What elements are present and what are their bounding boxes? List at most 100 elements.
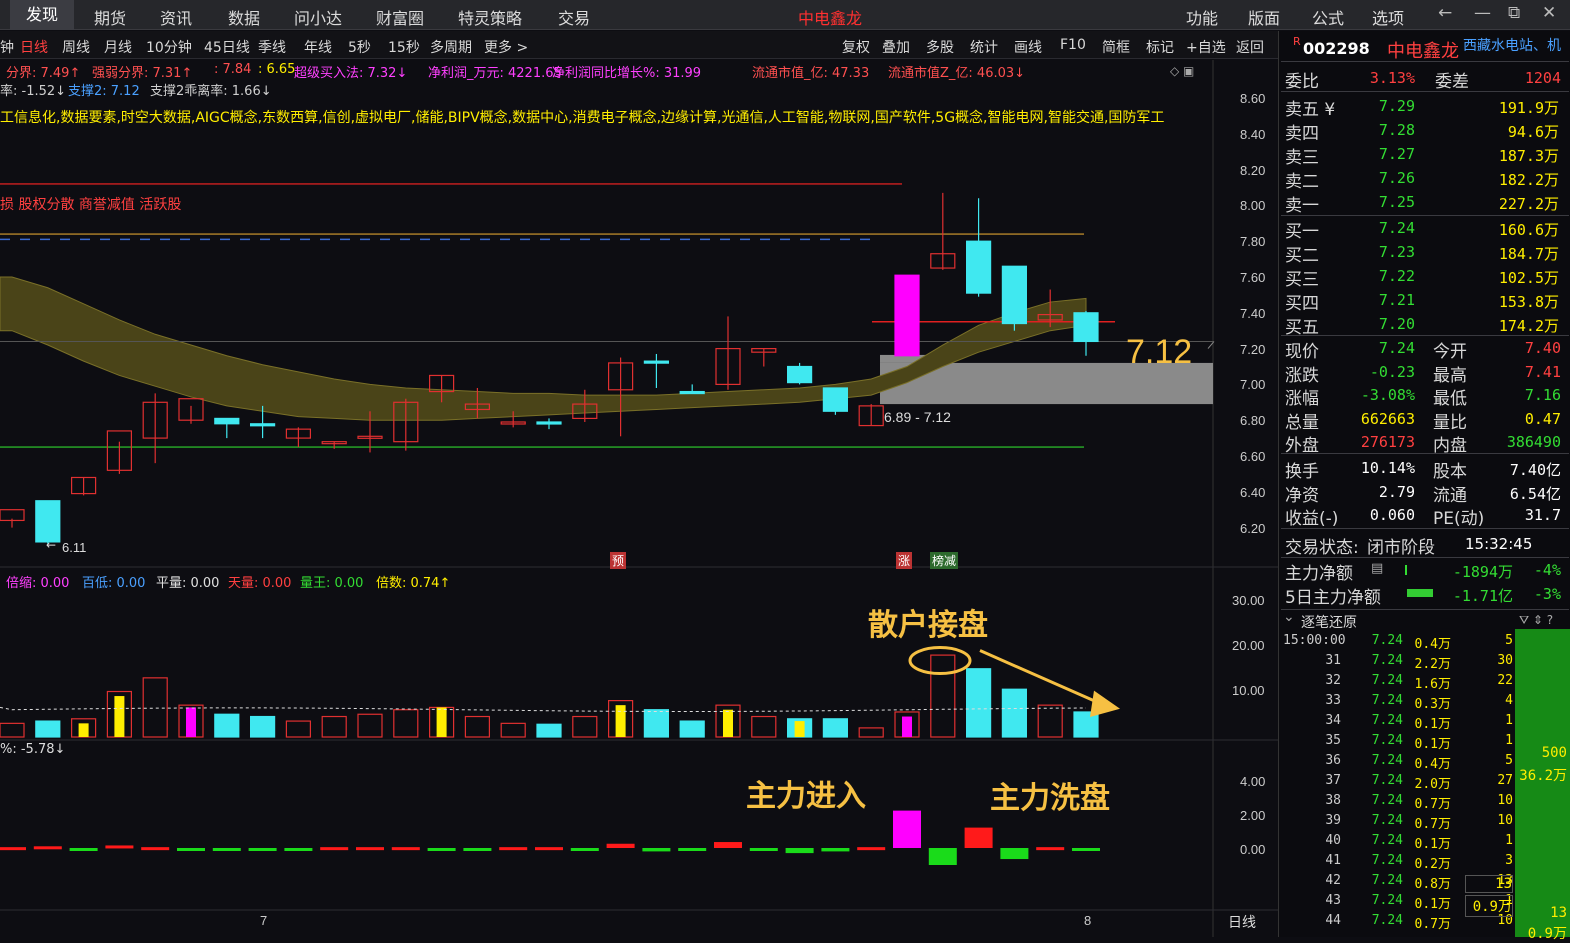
tool-5[interactable]: F10 — [1060, 37, 1086, 53]
tick-price: 7.24 — [1371, 653, 1403, 668]
tick-price: 7.24 — [1371, 893, 1403, 908]
toolbar-cut-item[interactable]: 钟 — [0, 37, 14, 57]
tool-9[interactable]: 返回 — [1236, 37, 1264, 57]
main-flow-label: 主力净额 — [1285, 564, 1353, 584]
volume-tick: 30.00 — [1232, 593, 1265, 608]
tick-volume: 0.7万 — [1414, 917, 1451, 932]
ask-price[interactable]: 7.27 — [1349, 145, 1415, 163]
bid-volume: 184.7万 — [1498, 245, 1559, 263]
nav-tab-7[interactable]: 交易 — [558, 5, 590, 29]
flag-bang-badge[interactable]: 榜减 — [930, 552, 959, 569]
period-1[interactable]: 周线 — [62, 37, 90, 57]
ticks-title[interactable]: 逐笔还原 — [1301, 612, 1357, 632]
concept-link[interactable]: 西藏水电站、机 — [1463, 35, 1570, 55]
tool-1[interactable]: 叠加 — [882, 37, 910, 57]
tool-3[interactable]: 统计 — [970, 37, 998, 57]
restore-icon[interactable]: ⧉ — [1508, 3, 1520, 23]
nav-tab-6[interactable]: 特灵策略 — [458, 5, 522, 29]
ask-price[interactable]: 7.28 — [1349, 121, 1415, 139]
stat-value-2: 7.41 — [1524, 362, 1561, 381]
flag-zhang-badge[interactable]: 涨 — [896, 552, 913, 569]
candle-body — [643, 360, 670, 364]
volume-tick: 20.00 — [1232, 638, 1265, 653]
stat2-label-2: 股本 — [1433, 462, 1467, 482]
ask-price[interactable]: 7.26 — [1349, 169, 1415, 187]
stat-value-2: 386490 — [1506, 433, 1561, 451]
period-2[interactable]: 月线 — [104, 37, 132, 57]
filter-icons[interactable]: ⛛ ⇕ ? — [1519, 613, 1553, 628]
volume-overlay-bar — [436, 707, 447, 737]
tick-volume: 0.7万 — [1414, 797, 1451, 812]
flag-yu-badge[interactable]: 预 — [610, 552, 627, 569]
annotation-main-force-enter: 主力进入 — [746, 779, 866, 814]
bid-price[interactable]: 7.24 — [1349, 219, 1415, 237]
nav-tab-5[interactable]: 财富圈 — [376, 5, 424, 29]
minimize-icon[interactable]: — — [1474, 3, 1491, 23]
close-icon[interactable]: ✕ — [1542, 3, 1556, 23]
tool-2[interactable]: 多股 — [926, 37, 954, 57]
tool-6[interactable]: 简框 — [1102, 37, 1130, 57]
nav-tab-4[interactable]: 问小达 — [294, 5, 342, 29]
stat2-value-2: 31.7 — [1524, 506, 1561, 524]
nav-tab-1[interactable]: 期货 — [94, 5, 126, 29]
trade-time: 15:32:45 — [1465, 535, 1533, 553]
bid-price[interactable]: 7.23 — [1349, 243, 1415, 261]
ask-price[interactable]: 7.25 — [1349, 193, 1415, 211]
bid-volume: 102.5万 — [1498, 269, 1559, 287]
side-09b: 0.9万 — [1527, 926, 1567, 942]
period-9[interactable]: 多周期 — [430, 37, 472, 57]
tick-count: 10 — [1497, 813, 1513, 828]
bid-price[interactable]: 7.21 — [1349, 291, 1415, 309]
volume-bar — [965, 668, 992, 738]
period-7[interactable]: 5秒 — [348, 37, 371, 57]
money-flow-bar — [964, 827, 993, 848]
menu-0[interactable]: 功能 — [1186, 5, 1218, 29]
volume-bar — [35, 720, 61, 738]
tick-count: 5 — [1505, 753, 1513, 768]
tick-time: 38 — [1325, 793, 1341, 808]
tick-count: 4 — [1505, 693, 1513, 708]
tool-7[interactable]: 标记 — [1146, 37, 1174, 57]
bid-price[interactable]: 7.20 — [1349, 315, 1415, 333]
tick-time: 35 — [1325, 733, 1341, 748]
period-5[interactable]: 季线 — [258, 37, 286, 57]
period-3[interactable]: 10分钟 — [146, 37, 192, 57]
period-4[interactable]: 45日线 — [204, 37, 250, 57]
tick-count: 1 — [1505, 833, 1513, 848]
tick-volume: 0.4万 — [1414, 637, 1451, 652]
period-6[interactable]: 年线 — [304, 37, 332, 57]
menu-1[interactable]: 版面 — [1248, 5, 1280, 29]
nav-tab-0[interactable]: 发现 — [10, 0, 75, 30]
tool-4[interactable]: 画线 — [1014, 37, 1042, 57]
period-10[interactable]: 更多 > — [484, 37, 528, 57]
tick-time: 36 — [1325, 753, 1341, 768]
nav-tab-2[interactable]: 资讯 — [160, 5, 192, 29]
bid-label: 买四 — [1285, 294, 1319, 314]
collapse-icon[interactable]: ⌄ — [1283, 609, 1295, 625]
sep — [1281, 528, 1569, 529]
menu-3[interactable]: 选项 — [1372, 5, 1404, 29]
tick-price: 7.24 — [1371, 773, 1403, 788]
nav-tab-3[interactable]: 数据 — [228, 5, 260, 29]
stat2-value: 2.79 — [1378, 482, 1415, 501]
sep — [1281, 609, 1569, 610]
money-flow-bar — [320, 847, 349, 851]
ask-label: 卖四 — [1285, 124, 1319, 144]
volume-bar — [1001, 688, 1028, 738]
table-icon[interactable]: ▤ — [1371, 561, 1383, 576]
tick-time: 15:00:00 — [1283, 633, 1346, 648]
weibi-label: 委比 — [1285, 72, 1319, 92]
period-8[interactable]: 15秒 — [388, 37, 420, 57]
money-flow-bar — [857, 847, 886, 851]
tool-8[interactable]: +自选 — [1186, 37, 1226, 57]
menu-2[interactable]: 公式 — [1312, 5, 1344, 29]
back-arrow-icon[interactable]: ← — [1438, 3, 1452, 23]
tick-volume: 1.6万 — [1414, 677, 1451, 692]
tool-0[interactable]: 复权 — [842, 37, 870, 57]
period-0[interactable]: 日线 — [20, 37, 48, 57]
volume-bar — [858, 727, 884, 738]
period-label[interactable]: 日线 — [1228, 912, 1256, 932]
bid-price[interactable]: 7.22 — [1349, 267, 1415, 285]
money-flow-bar — [391, 847, 420, 851]
ask-price[interactable]: 7.29 — [1349, 97, 1415, 115]
